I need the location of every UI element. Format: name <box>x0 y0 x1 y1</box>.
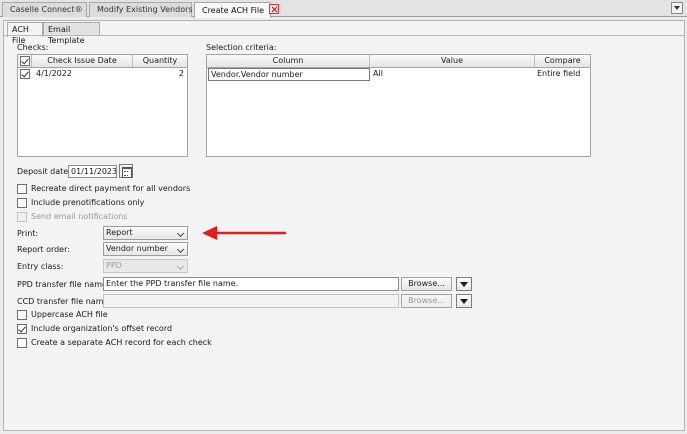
column-header-column[interactable]: Column <box>207 55 370 67</box>
checks-grid-header: Check Issue Date Quantity <box>18 55 187 68</box>
table-row[interactable]: 4/1/2022 2 <box>18 68 187 81</box>
deposit-date-label: Deposit date: <box>17 167 71 176</box>
tab-label: Caselle Connect® <box>10 5 83 14</box>
calendar-icon[interactable] <box>119 164 133 178</box>
tab-label: Modify Existing Vendors <box>97 5 193 14</box>
selection-grid-header: Column Value Compare <box>207 55 590 68</box>
arrow-head <box>202 226 217 240</box>
red-arrow-annotation <box>202 226 286 240</box>
tab-modify-existing-vendors[interactable]: Modify Existing Vendors <box>89 2 193 17</box>
subtab-email-template[interactable]: Email Template <box>43 22 100 45</box>
send-email-notifications-label: Send email notifications <box>31 212 128 221</box>
ccd-transfer-input <box>103 294 399 308</box>
column-header-check-issue-date[interactable]: Check Issue Date <box>32 55 133 67</box>
chevron-down-icon <box>176 245 185 254</box>
uppercase-ach-checkbox[interactable] <box>17 310 27 320</box>
entry-class-label: Entry class: <box>17 262 64 271</box>
recreate-direct-payment-checkbox[interactable] <box>17 184 27 194</box>
send-email-notifications-checkbox <box>17 212 27 222</box>
include-offset-record-label: Include organization's offset record <box>31 324 173 333</box>
column-header-value[interactable]: Value <box>370 55 535 67</box>
select-all-checkbox[interactable] <box>20 56 30 66</box>
chevron-down-icon <box>176 262 185 271</box>
print-select-value: Report <box>106 228 133 237</box>
check-issue-date-cell: 4/1/2022 <box>36 69 72 78</box>
print-label: Print: <box>17 229 39 238</box>
tab-create-ach-file[interactable]: Create ACH File <box>194 2 279 18</box>
tab-label: Create ACH File <box>202 6 264 15</box>
select-all-cell[interactable] <box>18 55 32 67</box>
ppd-transfer-label: PPD transfer file name: <box>17 280 110 289</box>
compare-cell[interactable]: Entire field <box>537 68 580 80</box>
include-prenotifications-checkbox[interactable] <box>17 198 27 208</box>
entry-class-select: PPD <box>103 259 188 273</box>
selection-criteria-label: Selection criteria: <box>206 43 277 52</box>
quantity-cell: 2 <box>178 69 184 78</box>
ccd-transfer-label: CCD transfer file name: <box>17 297 112 306</box>
report-order-select[interactable]: Vendor number <box>103 242 188 256</box>
report-order-value: Vendor number <box>106 244 168 253</box>
recreate-direct-payment-label: Recreate direct payment for all vendors <box>31 184 191 193</box>
column-cell[interactable]: Vendor.Vendor number <box>208 68 370 81</box>
column-header-quantity[interactable]: Quantity <box>133 55 187 67</box>
row-checkbox[interactable] <box>20 69 30 79</box>
print-select[interactable]: Report <box>103 226 188 240</box>
uppercase-ach-label: Uppercase ACH file <box>31 310 108 319</box>
deposit-date-input[interactable]: 01/11/2023 <box>68 165 117 178</box>
tab-list-dropdown-icon[interactable] <box>671 2 683 14</box>
ccd-dropdown-icon[interactable] <box>456 294 472 308</box>
checks-grid[interactable]: Check Issue Date Quantity 4/1/2022 2 <box>17 54 188 157</box>
selection-criteria-grid[interactable]: Column Value Compare Vendor.Vendor numbe… <box>206 54 591 157</box>
value-cell[interactable]: All <box>373 68 383 80</box>
column-header-compare[interactable]: Compare <box>535 55 590 67</box>
entry-class-value: PPD <box>106 261 122 270</box>
ppd-dropdown-icon[interactable] <box>456 277 472 291</box>
separate-ach-record-label: Create a separate ACH record for each ch… <box>31 338 212 347</box>
subtab-divider <box>4 35 684 36</box>
ppd-transfer-input[interactable]: Enter the PPD transfer file name. <box>103 277 399 291</box>
chevron-down-icon <box>176 229 185 238</box>
include-prenotifications-label: Include prenotifications only <box>31 198 145 207</box>
close-icon[interactable] <box>269 4 279 14</box>
ppd-browse-button[interactable]: Browse... <box>401 277 452 291</box>
report-order-label: Report order: <box>17 245 70 254</box>
checks-label: Checks: <box>17 43 49 52</box>
table-row[interactable]: Vendor.Vendor number All Entire field <box>207 68 590 81</box>
ccd-browse-button: Browse... <box>401 294 452 308</box>
include-offset-record-checkbox[interactable] <box>17 324 27 334</box>
tab-caselle-connect[interactable]: Caselle Connect® <box>2 2 87 17</box>
separate-ach-record-checkbox[interactable] <box>17 338 27 348</box>
